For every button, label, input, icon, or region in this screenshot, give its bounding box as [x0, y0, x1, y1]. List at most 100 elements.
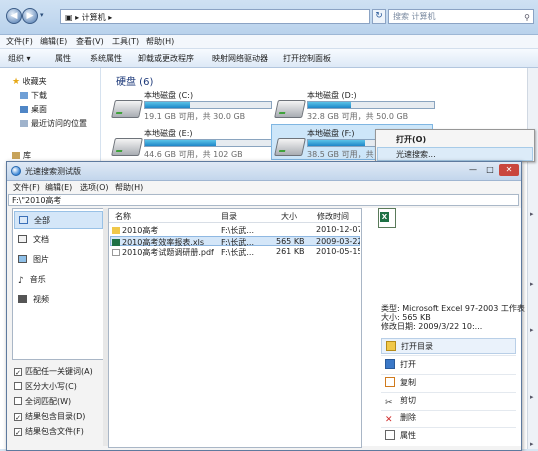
app-logo-icon [11, 166, 21, 176]
menu-file[interactable]: 文件(F) [6, 36, 33, 47]
nav-item-downloads[interactable]: 下载 [20, 90, 47, 101]
hard-drive-icon [274, 100, 306, 118]
search-input[interactable]: 搜索 计算机 ⚲ [388, 9, 534, 24]
search-placeholder: 搜索 计算机 [393, 12, 436, 21]
option-include-files[interactable]: ✓ 结果包含文件(F) [14, 426, 84, 437]
properties-button[interactable]: 属性 [381, 428, 516, 444]
checkbox[interactable]: ✓ [14, 368, 22, 377]
menu-view[interactable]: 查看(V) [76, 36, 104, 47]
context-item-open[interactable]: 打开(O) [396, 134, 426, 145]
category-all[interactable]: 全部 [14, 211, 103, 229]
category-music[interactable]: ♪ 音乐 [14, 271, 103, 289]
copy-icon [385, 377, 395, 387]
history-dropdown-icon[interactable]: ▾ [40, 11, 44, 19]
search-window-titlebar[interactable]: 光速搜索测试版 — □ ✕ [7, 162, 521, 181]
system-properties-button[interactable]: 系统属性 [90, 53, 122, 64]
computer-icon: ▣ [65, 13, 73, 22]
all-icon [19, 216, 28, 224]
minimize-button[interactable]: — [465, 164, 481, 176]
group-header-hard-disks[interactable]: 硬盘 (6) [116, 73, 153, 88]
music-icon: ♪ [18, 276, 24, 286]
search-icon[interactable]: ⚲ [524, 11, 530, 24]
open-button[interactable]: 打开 [381, 357, 516, 373]
table-row[interactable]: 2010高考 F:\长武... 2010-12-07 12... [110, 225, 360, 235]
drive-name: 本地磁盘 (C:) [144, 91, 194, 100]
open-folder-button[interactable]: 打开目录 [381, 338, 516, 354]
file-modified-info: 修改日期: 2009/3/22 10:... [381, 322, 483, 331]
menu-file[interactable]: 文件(F) [13, 182, 40, 193]
results-list: 名称 目录 大小 修改时间 2010高考 F:\长武... 2010-12-07… [108, 208, 362, 448]
expand-arrow-icon[interactable]: ▸ [530, 280, 534, 288]
window-title: 光速搜索测试版 [25, 167, 81, 176]
uninstall-button[interactable]: 卸载或更改程序 [138, 53, 194, 64]
column-header-dir[interactable]: 目录 [221, 211, 237, 222]
copy-button[interactable]: 复制 [381, 375, 516, 391]
hard-drive-icon [111, 100, 143, 118]
option-whole-word[interactable]: 全词匹配(W) [14, 396, 71, 407]
category-images[interactable]: 图片 [14, 251, 103, 269]
control-panel-button[interactable]: 打开控制面板 [283, 53, 331, 64]
menu-help[interactable]: 帮助(H) [115, 182, 143, 193]
menu-help[interactable]: 帮助(H) [146, 36, 174, 47]
context-item-fast-search[interactable]: 光速搜索... [396, 149, 436, 160]
drive-name: 本地磁盘 (E:) [144, 129, 193, 138]
expand-arrow-icon[interactable]: ▸ [530, 393, 534, 401]
back-button[interactable]: ◀ [6, 8, 22, 24]
explorer-scrollbar[interactable]: ▸ ▸ ▸ ▸ ▸ [527, 68, 538, 449]
checkbox[interactable] [14, 382, 22, 390]
delete-button[interactable]: ✕ 删除 [381, 410, 516, 426]
hard-drive-icon [111, 138, 143, 156]
menu-edit[interactable]: 编辑(E) [45, 182, 72, 193]
cut-button[interactable]: ✂ 剪切 [381, 393, 516, 409]
expand-arrow-icon[interactable]: ▸ [530, 326, 534, 334]
address-segment[interactable]: 计算机 [82, 13, 106, 22]
map-drive-button[interactable]: 映射网络驱动器 [212, 53, 268, 64]
drive-name: 本地磁盘 (F:) [307, 129, 355, 138]
search-window-menubar: 文件(F) 编辑(E) 选项(O) 帮助(H) [7, 181, 521, 193]
favorites-header[interactable]: ★ 收藏夹 [12, 76, 47, 87]
folder-icon [386, 341, 396, 351]
menu-edit[interactable]: 编辑(E) [40, 36, 67, 47]
column-header-size[interactable]: 大小 [281, 211, 297, 222]
nav-item-recent[interactable]: 最近访问的位置 [20, 118, 87, 129]
open-icon [385, 359, 395, 369]
drive-name: 本地磁盘 (D:) [307, 91, 357, 100]
search-query-input[interactable]: F:\"2010高考 [8, 194, 519, 206]
category-documents[interactable]: 文档 [14, 231, 103, 249]
pdf-file-icon [112, 249, 120, 256]
organize-button[interactable]: 组织 ▾ [8, 53, 31, 64]
address-bar[interactable]: ▣ ▸ 计算机 ▸ [60, 9, 370, 24]
excel-file-icon [378, 208, 396, 228]
column-header-time[interactable]: 修改时间 [317, 211, 349, 222]
maximize-button[interactable]: □ [482, 164, 498, 176]
explorer-toolbar: 组织 ▾ 属性 系统属性 卸载或更改程序 映射网络驱动器 打开控制面板 [0, 49, 538, 68]
menu-tools[interactable]: 工具(T) [112, 36, 139, 47]
nav-item-desktop[interactable]: 桌面 [20, 104, 47, 115]
desktop-icon [20, 106, 28, 113]
checkbox[interactable]: ✓ [14, 413, 22, 422]
checkbox[interactable]: ✓ [14, 428, 22, 437]
drive-c[interactable]: 本地磁盘 (C:) 19.1 GB 可用，共 30.0 GB [111, 90, 273, 130]
drive-usage-bar [307, 101, 435, 109]
option-match-any-keyword[interactable]: ✓ 匹配任一关键词(A) [14, 366, 93, 377]
checkbox[interactable] [14, 397, 22, 405]
forward-button[interactable]: ▶ [22, 8, 38, 24]
library-header[interactable]: 库 [12, 150, 31, 161]
expand-arrow-icon[interactable]: ▸ [530, 440, 534, 448]
drive-usage-bar [144, 139, 272, 147]
table-row[interactable]: 2010高考试题调研册.pdf F:\长武... 261 KB 2010-05-… [110, 247, 360, 257]
delete-icon: ✕ [385, 415, 393, 425]
image-icon [18, 255, 27, 263]
category-videos[interactable]: 视频 [14, 291, 103, 309]
close-button[interactable]: ✕ [499, 164, 519, 176]
option-case-sensitive[interactable]: 区分大小写(C) [14, 381, 77, 392]
column-header-name[interactable]: 名称 [115, 211, 131, 222]
table-row-selected[interactable]: 2010高考效率报表.xls F:\长武... 565 KB 2009-03-2… [110, 236, 360, 247]
menu-options[interactable]: 选项(O) [80, 182, 109, 193]
drive-space-info: 44.6 GB 可用，共 102 GB [144, 150, 243, 159]
refresh-button[interactable]: ↻ [372, 9, 386, 24]
properties-button[interactable]: 属性 [55, 53, 71, 64]
scissors-icon: ✂ [385, 398, 393, 408]
expand-arrow-icon[interactable]: ▸ [530, 210, 534, 218]
option-include-dirs[interactable]: ✓ 结果包含目录(D) [14, 411, 85, 422]
